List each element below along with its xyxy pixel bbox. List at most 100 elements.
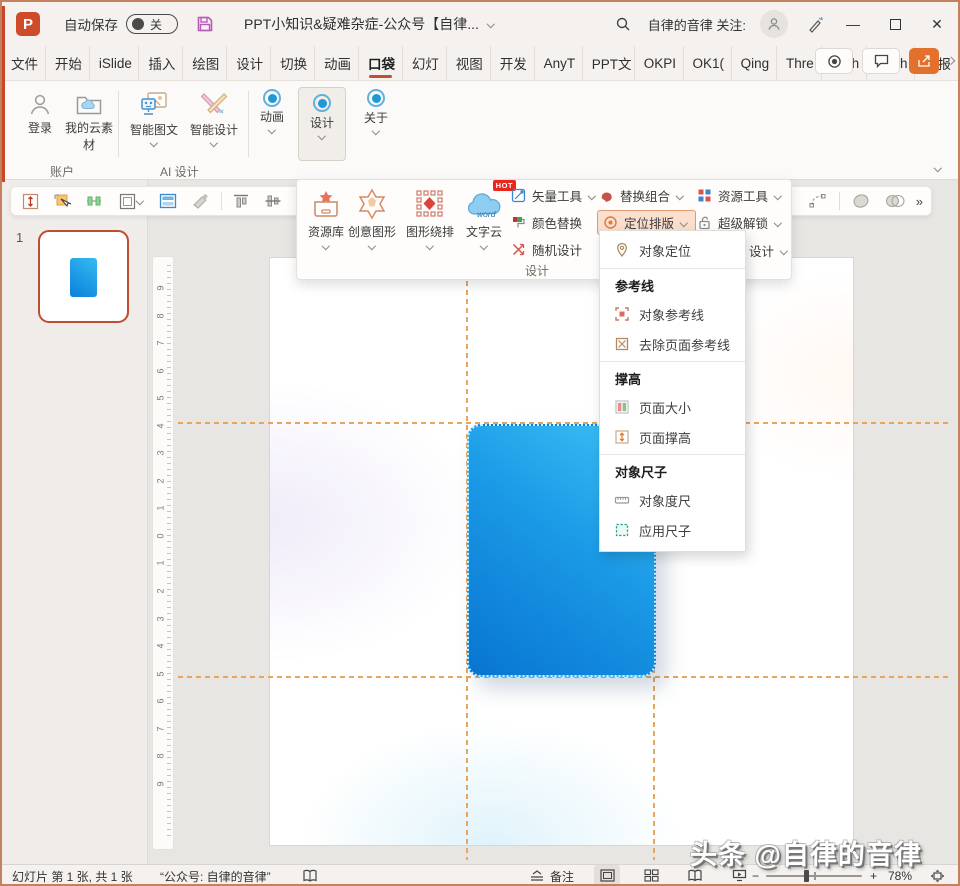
thumbnail-shape bbox=[69, 257, 97, 297]
ribbon-tab[interactable]: 口袋 bbox=[357, 46, 402, 80]
chevron-right-icon[interactable] bbox=[948, 57, 954, 65]
menu-item-apply-ruler[interactable]: 应用尺子 bbox=[600, 515, 745, 545]
select-object-icon[interactable] bbox=[49, 190, 75, 212]
zoom-track[interactable] bbox=[766, 870, 862, 882]
align-middle-icon[interactable] bbox=[260, 190, 286, 212]
ribbon-tab[interactable]: 切换 bbox=[270, 46, 314, 80]
ribbon-tab[interactable]: Thre bbox=[775, 46, 821, 80]
word-cloud-button[interactable]: word HOT 文字云 bbox=[457, 180, 516, 249]
login-button[interactable]: 登录 bbox=[18, 91, 62, 136]
fit-to-window-button[interactable] bbox=[930, 865, 945, 884]
ribbon-tab[interactable]: 幻灯 bbox=[401, 46, 446, 80]
chevron-down-icon bbox=[480, 243, 488, 249]
menu-item-page-size[interactable]: 页面大小 bbox=[600, 392, 745, 422]
shape-combine-icon[interactable] bbox=[882, 190, 908, 212]
menu-item-page-stretch[interactable]: 页面撑高 bbox=[600, 422, 745, 452]
more-tools-icon[interactable]: » bbox=[916, 194, 923, 209]
ruler-number: 8 bbox=[155, 313, 166, 319]
ribbon-tab[interactable]: Qing bbox=[730, 46, 776, 80]
ribbon-tab[interactable]: 开发 bbox=[489, 46, 534, 80]
tab-label: OK1( bbox=[692, 55, 725, 71]
remove-guides-icon bbox=[615, 337, 629, 351]
page-size-icon bbox=[615, 400, 629, 414]
ribbon-tab[interactable]: 设计 bbox=[226, 46, 270, 80]
user-avatar[interactable] bbox=[760, 10, 788, 38]
apply-ruler-icon bbox=[615, 523, 629, 537]
menu-item-object-ruler[interactable]: 对象度尺 bbox=[600, 485, 745, 515]
tab-label: OKPI bbox=[643, 55, 676, 71]
record-button[interactable] bbox=[815, 48, 853, 74]
design-partial-item[interactable]: 设计 bbox=[749, 241, 788, 260]
smart-graphic-button[interactable]: 智能图文 bbox=[126, 89, 182, 146]
chevron-down-icon bbox=[136, 198, 144, 204]
comments-button[interactable] bbox=[862, 48, 900, 74]
save-icon[interactable] bbox=[196, 15, 214, 33]
maximize-button[interactable] bbox=[874, 2, 916, 46]
random-design-item[interactable]: 随机设计 bbox=[511, 240, 582, 259]
shape-single-icon[interactable] bbox=[848, 190, 874, 212]
word-cloud-label: 文字云 bbox=[465, 225, 502, 239]
about-menu-button[interactable]: 关于 bbox=[354, 89, 398, 134]
close-button[interactable]: ✕ bbox=[916, 2, 958, 46]
smart-graphic-label: 智能图文 bbox=[129, 123, 178, 137]
menu-divider bbox=[600, 268, 745, 269]
resource-tools-item[interactable]: 资源工具 bbox=[697, 186, 782, 205]
transform-points-icon[interactable] bbox=[805, 190, 831, 212]
ribbon-tab[interactable]: 文件 bbox=[2, 46, 45, 80]
title-bar: P 自动保存 关 PPT小知识&疑难杂症-公众号【自律... 自律的音律 关注: bbox=[2, 2, 958, 46]
animation-menu-button[interactable]: 动画 bbox=[254, 89, 290, 133]
stretch-height-icon[interactable] bbox=[17, 190, 43, 212]
vector-tools-item[interactable]: 矢量工具 bbox=[511, 186, 596, 205]
ribbon-collapse-icon[interactable] bbox=[934, 165, 942, 171]
cloud-assets-button[interactable]: 我的云素材 bbox=[64, 91, 114, 153]
replace-combine-label: 替换组合 bbox=[620, 190, 671, 204]
share-button[interactable] bbox=[909, 48, 939, 74]
creative-shapes-button[interactable]: 创意图形 bbox=[345, 186, 399, 249]
notes-toggle[interactable]: 备注 bbox=[529, 865, 574, 884]
menu-item-object-guides[interactable]: 对象参考线 bbox=[600, 299, 745, 329]
pocket-animation-icon bbox=[263, 89, 281, 107]
ribbon-tab[interactable]: iSlide bbox=[88, 46, 139, 80]
design-menu-button[interactable]: 设计 bbox=[298, 87, 346, 161]
pen-tool-icon[interactable] bbox=[798, 7, 832, 41]
normal-view-button[interactable] bbox=[594, 865, 620, 884]
replace-combine-item[interactable]: 替换组合 bbox=[599, 186, 684, 205]
chevron-down-icon bbox=[426, 243, 434, 249]
menu-item-object-locate[interactable]: 对象定位 bbox=[600, 234, 745, 266]
align-top-icon[interactable] bbox=[228, 190, 254, 212]
ribbon-tab[interactable]: PPT文 bbox=[581, 46, 634, 80]
ribbon-tab[interactable]: OK1( bbox=[682, 46, 731, 80]
menu-item-remove-page-guides[interactable]: 去除页面参考线 bbox=[600, 329, 745, 359]
slide-thumbnail[interactable] bbox=[38, 230, 129, 323]
layout-icon[interactable] bbox=[155, 190, 181, 212]
search-icon[interactable] bbox=[606, 7, 640, 41]
cloud-assets-label: 我的云素材 bbox=[64, 121, 113, 152]
smart-design-button[interactable]: 智能设计 bbox=[186, 89, 242, 146]
distribute-horizontal-icon[interactable] bbox=[81, 190, 107, 212]
chevron-down-icon bbox=[372, 128, 380, 134]
about-label: 关于 bbox=[363, 111, 388, 125]
chevron-down-icon bbox=[210, 140, 218, 146]
ribbon-tab[interactable]: 视图 bbox=[445, 46, 490, 80]
ruler-number: 0 bbox=[155, 533, 166, 539]
chevron-down-icon bbox=[487, 21, 495, 27]
color-replace-label: 颜色替换 bbox=[532, 217, 583, 231]
shape-wrap-button[interactable]: 图形绕排 bbox=[403, 186, 457, 249]
color-replace-item[interactable]: 颜色替换 bbox=[511, 213, 582, 232]
ribbon-tab[interactable]: AnyT bbox=[533, 46, 582, 80]
spellcheck-icon[interactable] bbox=[302, 865, 318, 884]
document-title[interactable]: PPT小知识&疑难杂症-公众号【自律... bbox=[244, 14, 495, 34]
word-cloud-icon: word HOT bbox=[464, 180, 516, 220]
autosave-toggle[interactable]: 关 bbox=[126, 14, 178, 34]
ribbon-tab[interactable]: 插入 bbox=[138, 46, 182, 80]
ruler-number: 6 bbox=[155, 698, 166, 704]
checkbox-dropdown-icon[interactable] bbox=[113, 190, 149, 212]
minimize-button[interactable]: — bbox=[832, 2, 874, 46]
ribbon-tab[interactable]: OKPI bbox=[633, 46, 683, 80]
slide-sorter-view-button[interactable] bbox=[638, 865, 664, 884]
ribbon-tab[interactable]: 开始 bbox=[44, 46, 89, 80]
ribbon-tab[interactable]: 动画 bbox=[314, 46, 358, 80]
object-guides-icon bbox=[615, 307, 629, 321]
ribbon-tab[interactable]: 绘图 bbox=[182, 46, 226, 80]
format-brush-icon[interactable] bbox=[187, 190, 213, 212]
